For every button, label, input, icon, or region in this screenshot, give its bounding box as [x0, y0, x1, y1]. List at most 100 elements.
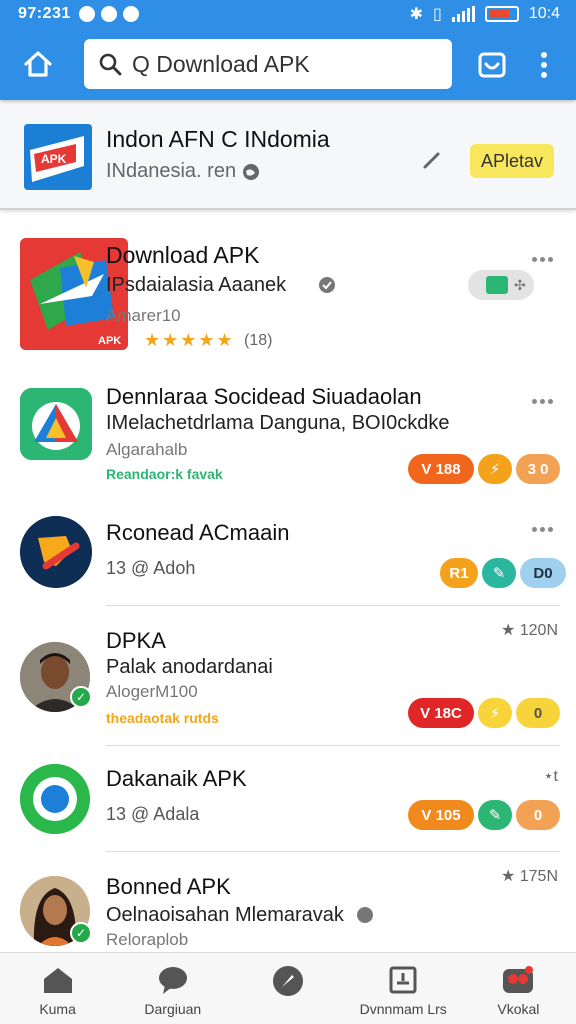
verified-check-icon: ✓	[70, 922, 92, 944]
nav-label: Dvnnmam Lrs	[359, 1001, 447, 1017]
edit-pill[interactable]: ✎	[478, 800, 512, 830]
app-tags: Reandaor:k favak	[106, 466, 223, 482]
status-notification-icons	[78, 6, 139, 22]
count-pill[interactable]: D0	[520, 558, 566, 588]
action-pills: R1 ✎ D0	[440, 558, 566, 588]
app-subtitle: Oelnaoisahan Mlemaravak	[106, 904, 344, 926]
featured-app-icon: APK	[24, 124, 92, 190]
app-subtitle: Palak anodardanai	[106, 656, 273, 678]
search-input[interactable]: Q Download APK	[132, 51, 310, 78]
list-item[interactable]: Dennlaraa Socidead Siuadaolan IMelachetd…	[0, 370, 576, 490]
app-title: Download APK	[106, 242, 260, 268]
more-dot-icon	[541, 62, 547, 68]
chat-bubble-icon	[158, 967, 187, 994]
app-icon	[20, 516, 92, 588]
app-icon	[20, 388, 92, 460]
nav-label: Kuma	[39, 1001, 76, 1017]
nav-item-downloads[interactable]: Dvnnmam Lrs	[346, 953, 461, 1024]
battery-text: 10:4	[528, 5, 560, 22]
list-item[interactable]: Dakanaik APK 13 @ Adala ⋆t V 105 ✎ 0	[0, 746, 576, 852]
users-badge-icon	[503, 966, 534, 993]
item-more-button[interactable]	[532, 396, 556, 406]
svg-text:APK: APK	[41, 152, 67, 166]
rating-badge: ★ 175N	[500, 868, 558, 885]
battery-icon	[484, 6, 519, 22]
nav-label: Vkokal	[497, 1001, 540, 1017]
app-title: Bonned APK	[106, 874, 231, 899]
notification-icon	[122, 6, 139, 22]
overflow-menu-button[interactable]	[530, 46, 558, 84]
bolt-pill[interactable]: ⚡	[478, 698, 512, 728]
featured-subtitle: INdanesia. ren	[106, 160, 260, 183]
search-icon	[99, 53, 122, 76]
app-meta: 13 @ Adala	[106, 804, 200, 824]
download-pill[interactable]: V 18C	[408, 698, 474, 728]
status-right: ✱ ▯ 10:4	[410, 4, 560, 24]
list-item[interactable]: APK Download APK IPsdaialasia Aaanek Ama…	[0, 226, 576, 370]
count-pill[interactable]: 0	[516, 800, 560, 830]
edit-pill[interactable]: ✎	[482, 558, 516, 588]
compass-icon	[273, 966, 303, 996]
action-pills: V 18C ⚡ 0	[408, 698, 560, 728]
bluetooth-icon: ✱	[409, 6, 424, 23]
status-bar: 97:231 ✱ ▯ 10:4	[0, 0, 576, 28]
home-icon	[24, 51, 52, 77]
home-icon	[43, 968, 72, 993]
featured-title: Indon AFN C INdomia	[106, 126, 330, 152]
downloads-box-icon	[389, 966, 417, 994]
more-dot-icon	[541, 52, 547, 58]
app-icon	[20, 764, 90, 834]
list-item[interactable]: ✓ DPKA Palak anodardanai AlogerM100 thea…	[0, 606, 576, 746]
action-pills: V 188 ⚡ 3 0	[408, 454, 560, 484]
app-meta: 13 @ Adoh	[106, 558, 196, 578]
install-toggle[interactable]: ✣	[468, 270, 534, 300]
nav-label: Dargiuan	[144, 1001, 202, 1017]
lens-icon	[478, 52, 506, 78]
signal-icon	[451, 6, 475, 22]
download-pill[interactable]: V 188	[408, 454, 474, 484]
app-meta: Algarahalb	[106, 440, 188, 459]
home-button[interactable]	[18, 44, 58, 84]
list-item[interactable]: ✓ Bonned APK Oelnaoisahan Mlemaravak Rel…	[0, 852, 576, 952]
item-more-button[interactable]	[532, 524, 556, 534]
nav-item-social[interactable]: Vkokal	[461, 953, 576, 1024]
r-pill[interactable]: R1	[440, 558, 478, 588]
notification-icon	[78, 6, 95, 22]
app-title: Dakanaik APK	[106, 766, 247, 791]
status-time: 97:231	[18, 5, 71, 22]
edit-icon[interactable]	[420, 148, 444, 172]
item-more-button[interactable]	[532, 254, 556, 264]
count-pill[interactable]: 0	[516, 698, 560, 728]
app-subtitle: IMelachetdrlama Danguna, BOI0ckdke	[106, 412, 450, 434]
app-subtitle: IPsdaialasia Aaanek	[106, 274, 287, 296]
bolt-pill[interactable]: ⚡	[478, 454, 512, 484]
check-box-icon	[486, 276, 508, 294]
rating-badge: ⋆t	[543, 768, 558, 785]
vibrate-icon: ▯	[433, 6, 442, 23]
featured-action-button[interactable]: APletav	[470, 144, 554, 178]
nav-item-explore[interactable]	[230, 953, 345, 1024]
nav-item-chat[interactable]: Dargiuan	[115, 953, 230, 1024]
verified-icon	[357, 907, 373, 923]
gamepad-icon: ✣	[514, 276, 526, 293]
nav-item-home[interactable]: Kuma	[0, 953, 115, 1024]
count-pill[interactable]: 3 0	[516, 454, 560, 484]
star-rating: ★★★★★	[144, 330, 235, 350]
app-title: Rconead ACmaain	[106, 520, 290, 545]
app-meta: AlogerM100	[106, 682, 198, 701]
more-dot-icon	[541, 72, 547, 78]
bottom-navigation: Kuma Dargiuan Dvnnmam Lrs Vkokal	[0, 952, 576, 1024]
notification-icon	[100, 6, 117, 22]
search-bar[interactable]: Q Download APK	[84, 39, 452, 89]
action-pills: V 105 ✎ 0	[408, 800, 560, 830]
rating-count: (18)	[244, 332, 273, 349]
verified-check-icon: ✓	[70, 686, 92, 708]
list-item[interactable]: Rconead ACmaain 13 @ Adoh R1 ✎ D0	[0, 490, 576, 606]
rating-badge: ★ 120N	[500, 622, 558, 639]
app-title: Dennlaraa Socidead Siuadaolan	[106, 384, 422, 409]
app-meta: Reloraplob	[106, 930, 189, 949]
download-pill[interactable]: V 105	[408, 800, 474, 830]
svg-text:APK: APK	[98, 335, 121, 347]
camera-button[interactable]	[472, 46, 512, 84]
globe-icon	[243, 163, 260, 180]
